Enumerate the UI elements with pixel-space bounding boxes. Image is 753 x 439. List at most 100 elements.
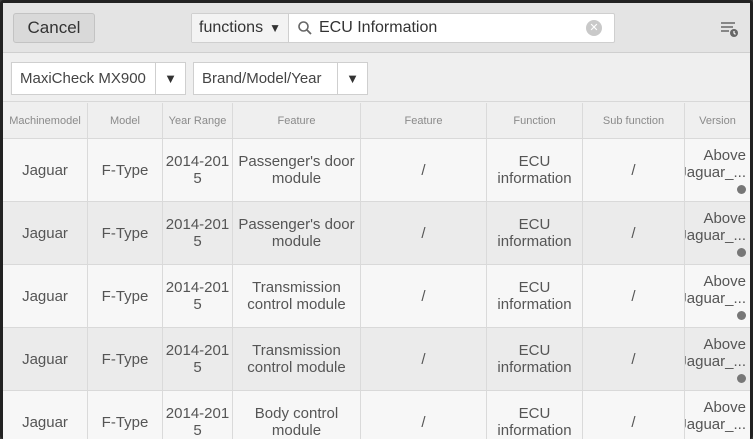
feature2-cell: /: [361, 328, 487, 390]
version-text: Jaguar_...: [685, 164, 746, 181]
machine-cell: Jaguar: [3, 391, 88, 439]
function-text: information: [497, 422, 572, 439]
info-icon[interactable]: [737, 185, 746, 194]
year-text: 5: [193, 296, 202, 313]
version-cell: Above Jaguar_...: [685, 391, 750, 439]
function-text: information: [497, 170, 572, 187]
function-text: ECU: [518, 342, 551, 359]
function-text: ECU: [518, 153, 551, 170]
chevron-down-icon: ▼: [337, 63, 367, 94]
version-text: Jaguar_...: [685, 290, 746, 307]
column-header[interactable]: Feature: [361, 103, 487, 138]
version-text: Above: [703, 336, 746, 353]
machine-cell: Jaguar: [3, 265, 88, 327]
subfunction-cell: /: [583, 265, 685, 327]
table-row[interactable]: Jaguar F-Type 2014-201 5 Passenger's door…: [3, 139, 750, 202]
version-cell: Above Jaguar_...: [685, 202, 750, 264]
feature-text: module: [271, 170, 322, 187]
table-row[interactable]: Jaguar F-Type 2014-201 5 Body control modu…: [3, 391, 750, 439]
top-bar: Cancel functions ▼ ECU Information ✕: [3, 3, 750, 53]
year-text: 5: [193, 170, 202, 187]
year-text: 2014-201: [165, 153, 230, 170]
cancel-button[interactable]: Cancel: [13, 13, 95, 43]
results-table: Machinemodel Model Year Range Feature Fe…: [3, 103, 750, 439]
function-text: information: [497, 296, 572, 313]
search-icon: [298, 21, 312, 35]
function-text: information: [497, 233, 572, 250]
subfunction-cell: /: [583, 391, 685, 439]
info-icon[interactable]: [737, 248, 746, 257]
subfunction-cell: /: [583, 328, 685, 390]
device-frame: Cancel functions ▼ ECU Information ✕ Max…: [0, 0, 753, 439]
search-type-label: functions: [199, 19, 264, 36]
column-header[interactable]: Model: [88, 103, 163, 138]
column-header[interactable]: Feature: [233, 103, 361, 138]
version-text: Jaguar_...: [685, 227, 746, 244]
filter-row: MaxiCheck MX900 ▼ Brand/Model/Year ▼: [3, 54, 750, 102]
year-cell: 2014-201 5: [163, 139, 233, 201]
column-header[interactable]: Year Range: [163, 103, 233, 138]
version-text: Above: [703, 399, 746, 416]
info-icon[interactable]: [737, 311, 746, 320]
version-text: Jaguar_...: [685, 353, 746, 370]
feature2-cell: /: [361, 139, 487, 201]
feature-text: Body control: [254, 405, 339, 422]
column-header[interactable]: Version: [685, 103, 750, 138]
function-cell: ECU information: [487, 139, 583, 201]
version-cell: Above Jaguar_...: [685, 328, 750, 390]
filter-icon[interactable]: [718, 18, 740, 40]
feature-text: Passenger's door: [238, 153, 355, 170]
function-cell: ECU information: [487, 391, 583, 439]
feature-text: Passenger's door: [238, 216, 355, 233]
vehicle-select[interactable]: Brand/Model/Year ▼: [193, 62, 368, 95]
year-cell: 2014-201 5: [163, 391, 233, 439]
subfunction-cell: /: [583, 139, 685, 201]
feature-cell: Transmission control module: [233, 328, 361, 390]
feature-cell: Passenger's door module: [233, 202, 361, 264]
info-icon[interactable]: [737, 374, 746, 383]
feature-text: control module: [247, 296, 346, 313]
year-cell: 2014-201 5: [163, 328, 233, 390]
table-row[interactable]: Jaguar F-Type 2014-201 5 Transmission cont…: [3, 265, 750, 328]
version-text: Jaguar_...: [685, 416, 746, 433]
column-header[interactable]: Machinemodel: [3, 103, 88, 138]
table-header: Machinemodel Model Year Range Feature Fe…: [3, 103, 750, 139]
machine-cell: Jaguar: [3, 202, 88, 264]
function-cell: ECU information: [487, 265, 583, 327]
feature-cell: Passenger's door module: [233, 139, 361, 201]
column-header[interactable]: Function: [487, 103, 583, 138]
search-type-select[interactable]: functions ▼: [192, 14, 289, 42]
year-text: 5: [193, 422, 202, 439]
machine-cell: Jaguar: [3, 139, 88, 201]
version-text: Above: [703, 273, 746, 290]
year-text: 2014-201: [165, 216, 230, 233]
device-select[interactable]: MaxiCheck MX900 ▼: [11, 62, 186, 95]
table-row[interactable]: Jaguar F-Type 2014-201 5 Transmission cont…: [3, 328, 750, 391]
device-select-value: MaxiCheck MX900: [20, 70, 146, 87]
column-header[interactable]: Sub function: [583, 103, 685, 138]
version-cell: Above Jaguar_...: [685, 139, 750, 201]
screen: Cancel functions ▼ ECU Information ✕ Max…: [3, 3, 750, 439]
model-cell: F-Type: [88, 391, 163, 439]
function-text: ECU: [518, 279, 551, 296]
year-cell: 2014-201 5: [163, 202, 233, 264]
year-text: 2014-201: [165, 279, 230, 296]
year-cell: 2014-201 5: [163, 265, 233, 327]
version-text: Above: [703, 210, 746, 227]
function-text: ECU: [518, 216, 551, 233]
machine-cell: Jaguar: [3, 328, 88, 390]
model-cell: F-Type: [88, 202, 163, 264]
clear-icon[interactable]: ✕: [586, 20, 602, 36]
feature2-cell: /: [361, 202, 487, 264]
model-cell: F-Type: [88, 265, 163, 327]
feature-text: module: [271, 422, 322, 439]
search-input[interactable]: ECU Information: [319, 19, 586, 37]
feature-text: Transmission: [252, 342, 341, 359]
function-text: information: [497, 359, 572, 376]
table-row[interactable]: Jaguar F-Type 2014-201 5 Passenger's door…: [3, 202, 750, 265]
vehicle-select-value: Brand/Model/Year: [202, 70, 322, 87]
feature-text: Transmission: [252, 279, 341, 296]
model-cell: F-Type: [88, 139, 163, 201]
feature-cell: Transmission control module: [233, 265, 361, 327]
year-text: 5: [193, 233, 202, 250]
